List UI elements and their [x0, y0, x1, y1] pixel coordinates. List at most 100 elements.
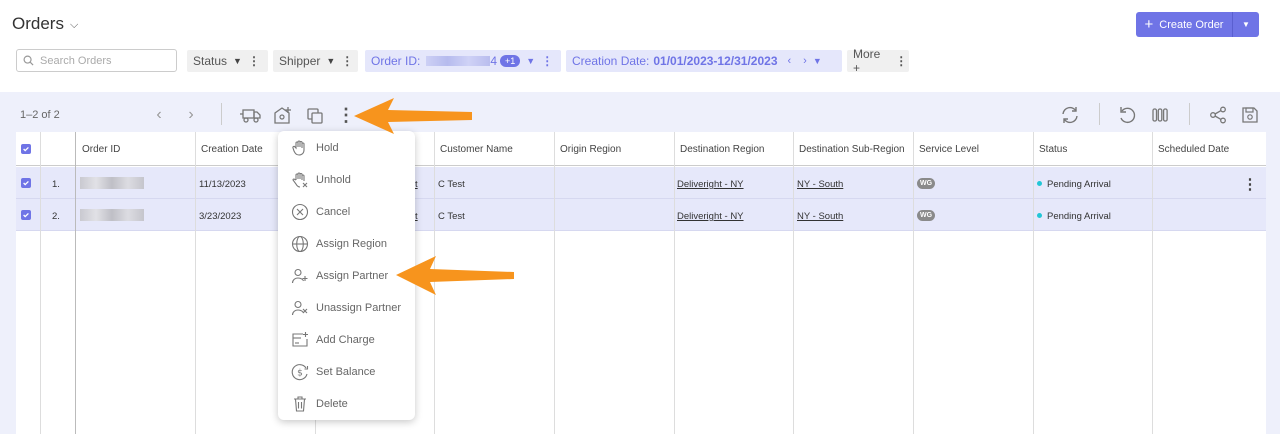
select-all-checkbox[interactable]: [21, 144, 31, 154]
column-divider: [40, 132, 41, 434]
sub-region-link[interactable]: NY - South: [797, 211, 843, 222]
check-icon: [23, 212, 29, 218]
column-divider: [793, 132, 794, 434]
share-icon[interactable]: [1207, 104, 1229, 126]
create-order-group: + Create Order ▼: [1136, 12, 1259, 37]
caret-down-icon: ▼: [1242, 20, 1250, 29]
globe-icon: [290, 234, 310, 254]
menu-item-add-charge[interactable]: Add Charge: [278, 326, 415, 354]
chevron-right-icon[interactable]: ›: [803, 55, 807, 67]
column-header-customer-name[interactable]: Customer Name: [440, 144, 513, 155]
column-divider: [674, 132, 675, 434]
kebab-icon[interactable]: ⋮: [539, 54, 555, 68]
menu-item-hold[interactable]: Hold: [278, 134, 415, 162]
column-header-service-level[interactable]: Service Level: [919, 144, 979, 155]
column-header-status[interactable]: Status: [1039, 144, 1067, 155]
customer-name-cell: C Test: [438, 211, 465, 222]
customer-name-cell: C Test: [438, 179, 465, 190]
row-checkbox[interactable]: [21, 178, 31, 188]
menu-item-unassign-partner[interactable]: Unassign Partner: [278, 294, 415, 322]
column-header-destination-sub-region[interactable]: Destination Sub-Region: [799, 144, 905, 155]
menu-item-unhold[interactable]: Unhold: [278, 166, 415, 194]
status-cell: Pending Arrival: [1047, 179, 1111, 190]
order-id-suffix: 4: [490, 54, 498, 68]
divider: [221, 103, 222, 125]
redacted-order-id: [80, 177, 144, 189]
column-header-origin-region[interactable]: Origin Region: [560, 144, 621, 155]
user-plus-icon: [290, 266, 310, 286]
chevron-left-icon[interactable]: ‹: [152, 106, 166, 124]
more-filters-button[interactable]: More + ⋮: [847, 47, 910, 75]
chevron-down-icon: ▼: [812, 56, 822, 66]
status-dot: [1037, 213, 1042, 218]
status-filter[interactable]: Status ▼ ⋮: [187, 50, 268, 72]
column-header-creation-date[interactable]: Creation Date: [201, 144, 263, 155]
check-icon: [23, 146, 29, 152]
destination-region-link[interactable]: Deliveright - NY: [677, 211, 744, 222]
columns-icon[interactable]: [1149, 104, 1171, 126]
destination-region-link[interactable]: Deliveright - NY: [677, 179, 744, 190]
truck-icon[interactable]: [238, 104, 262, 126]
column-divider: [195, 132, 196, 434]
divider: [1189, 103, 1190, 125]
divider: [1099, 103, 1100, 125]
menu-item-label: Cancel: [316, 206, 351, 218]
menu-item-label: Unhold: [316, 174, 351, 186]
order-id-count-badge: +1: [500, 55, 521, 67]
create-order-button[interactable]: + Create Order: [1136, 12, 1232, 37]
status-cell: Pending Arrival: [1047, 211, 1111, 222]
chevron-right-icon[interactable]: ›: [184, 106, 198, 124]
column-header-scheduled-date[interactable]: Scheduled Date: [1158, 144, 1229, 155]
trash-icon: [290, 394, 310, 414]
add-location-icon[interactable]: [271, 104, 295, 126]
row-number: 2.: [52, 211, 60, 222]
redacted-value: [426, 56, 491, 66]
column-divider: [1033, 132, 1034, 434]
save-icon[interactable]: [1239, 104, 1261, 126]
chevron-down-icon[interactable]: ⌵: [70, 19, 78, 32]
create-order-dropdown[interactable]: ▼: [1232, 12, 1259, 37]
column-header-order-id[interactable]: Order ID: [82, 144, 120, 155]
menu-item-set-balance[interactable]: $ Set Balance: [278, 358, 415, 386]
column-divider: [913, 132, 914, 434]
status-filter-label: Status: [193, 54, 228, 68]
creation-date-cell: 3/23/2023: [199, 211, 242, 222]
shipper-filter[interactable]: Shipper ▼ ⋮: [273, 50, 358, 72]
menu-item-label: Assign Region: [316, 238, 387, 250]
menu-item-cancel[interactable]: Cancel: [278, 198, 415, 226]
search-input[interactable]: Search Orders: [16, 49, 177, 72]
chevron-down-icon: ▼: [526, 56, 536, 66]
order-id-filter[interactable]: Order ID: 4 +1 ▼ ⋮: [365, 50, 561, 72]
pagination-count: 1–2 of 2: [20, 109, 60, 121]
order-id-filter-label: Order ID:: [371, 54, 421, 68]
column-divider: [1152, 132, 1153, 434]
dollar-circle-icon: $: [290, 362, 310, 382]
hand-icon: [290, 138, 310, 158]
menu-item-delete[interactable]: Delete: [278, 390, 415, 418]
check-icon: [23, 180, 29, 186]
row-actions-icon[interactable]: ⋮: [1243, 175, 1258, 193]
page-title[interactable]: Orders ⌵: [12, 14, 78, 34]
column-header-destination-region[interactable]: Destination Region: [680, 144, 765, 155]
partial-link-cell[interactable]: t: [415, 179, 418, 190]
page-title-text: Orders: [12, 14, 64, 33]
annotation-arrow-icon: [396, 256, 514, 295]
search-placeholder: Search Orders: [40, 54, 112, 67]
kebab-icon[interactable]: ⋮: [339, 54, 355, 68]
row-checkbox[interactable]: [21, 210, 31, 220]
creation-date-filter[interactable]: Creation Date: 01/01/2023-12/31/2023 ‹ ›…: [566, 50, 842, 72]
card-plus-icon: [290, 330, 310, 350]
redacted-order-id: [80, 209, 144, 221]
undo-icon[interactable]: [1116, 104, 1138, 126]
copy-icon[interactable]: [304, 105, 326, 127]
user-remove-icon: [290, 298, 310, 318]
kebab-icon[interactable]: ⋮: [246, 54, 262, 68]
sub-region-link[interactable]: NY - South: [797, 179, 843, 190]
creation-date-label: Creation Date:: [572, 54, 650, 68]
chevron-left-icon[interactable]: ‹: [788, 55, 792, 67]
kebab-icon[interactable]: ⋮: [894, 54, 910, 68]
more-filters-label: More +: [853, 47, 881, 75]
refresh-icon[interactable]: [1058, 104, 1082, 126]
chevron-down-icon: ▼: [326, 56, 336, 66]
partial-link-cell[interactable]: t: [415, 211, 418, 222]
